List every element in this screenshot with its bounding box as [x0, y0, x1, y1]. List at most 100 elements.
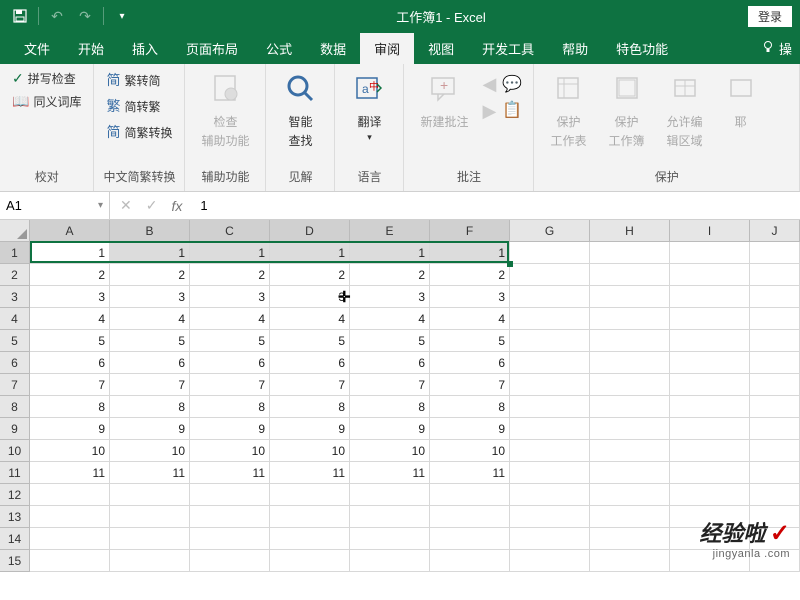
cell[interactable]: [670, 242, 750, 264]
cell[interactable]: [270, 506, 350, 528]
cell[interactable]: 9: [190, 418, 270, 440]
cell[interactable]: 6: [430, 352, 510, 374]
cell[interactable]: 1: [270, 242, 350, 264]
cell[interactable]: [510, 242, 590, 264]
cell[interactable]: 1: [430, 242, 510, 264]
cell[interactable]: [30, 550, 110, 572]
cell[interactable]: 7: [30, 374, 110, 396]
cell[interactable]: 5: [350, 330, 430, 352]
cell[interactable]: 6: [110, 352, 190, 374]
row-header[interactable]: 15: [0, 550, 30, 572]
enter-icon[interactable]: ✓: [146, 197, 158, 214]
cell[interactable]: [510, 308, 590, 330]
cell[interactable]: 4: [110, 308, 190, 330]
cell[interactable]: [510, 286, 590, 308]
cell[interactable]: 8: [110, 396, 190, 418]
cell[interactable]: 8: [270, 396, 350, 418]
cell[interactable]: [590, 396, 670, 418]
smart-lookup-button[interactable]: 智能 查找: [274, 68, 326, 153]
chevron-down-icon[interactable]: ▾: [98, 200, 103, 211]
cell[interactable]: [590, 374, 670, 396]
cell[interactable]: 6: [270, 352, 350, 374]
cell[interactable]: [670, 484, 750, 506]
simp-to-trad-button[interactable]: 繁简转繁: [102, 94, 176, 118]
row-header[interactable]: 14: [0, 528, 30, 550]
cell[interactable]: 4: [350, 308, 430, 330]
cell[interactable]: 7: [190, 374, 270, 396]
formula-input[interactable]: 1: [192, 198, 800, 213]
cell[interactable]: [190, 484, 270, 506]
cell[interactable]: [750, 440, 800, 462]
cell[interactable]: [510, 396, 590, 418]
qat-customize-icon[interactable]: ▾: [110, 4, 134, 28]
cell[interactable]: [590, 264, 670, 286]
tab-review[interactable]: 审阅: [360, 33, 414, 64]
select-all-corner[interactable]: [0, 220, 30, 242]
translate-button[interactable]: a中 翻译 ▾: [343, 68, 395, 147]
row-header[interactable]: 12: [0, 484, 30, 506]
cell[interactable]: [670, 396, 750, 418]
col-header[interactable]: A: [30, 220, 110, 242]
cell[interactable]: 10: [110, 440, 190, 462]
cell[interactable]: 2: [30, 264, 110, 286]
row-header[interactable]: 7: [0, 374, 30, 396]
cell[interactable]: 2: [270, 264, 350, 286]
cell[interactable]: 11: [110, 462, 190, 484]
cell[interactable]: 1: [30, 242, 110, 264]
cell[interactable]: [110, 550, 190, 572]
cell[interactable]: [510, 352, 590, 374]
tab-dev[interactable]: 开发工具: [468, 33, 548, 64]
cell[interactable]: [670, 264, 750, 286]
tab-view[interactable]: 视图: [414, 33, 468, 64]
cell[interactable]: [590, 506, 670, 528]
cell[interactable]: [670, 440, 750, 462]
cell[interactable]: [510, 528, 590, 550]
col-header[interactable]: C: [190, 220, 270, 242]
cell[interactable]: [670, 352, 750, 374]
cell[interactable]: 11: [190, 462, 270, 484]
cell[interactable]: 3: [270, 286, 350, 308]
col-header[interactable]: G: [510, 220, 590, 242]
row-header[interactable]: 5: [0, 330, 30, 352]
row-header[interactable]: 8: [0, 396, 30, 418]
cell[interactable]: [750, 462, 800, 484]
row-header[interactable]: 11: [0, 462, 30, 484]
cell[interactable]: [670, 418, 750, 440]
col-header[interactable]: D: [270, 220, 350, 242]
cell[interactable]: 3: [110, 286, 190, 308]
tab-data[interactable]: 数据: [306, 33, 360, 64]
cell[interactable]: 6: [30, 352, 110, 374]
cell[interactable]: [590, 484, 670, 506]
cell[interactable]: [670, 286, 750, 308]
cell[interactable]: 1: [110, 242, 190, 264]
cell[interactable]: [190, 506, 270, 528]
cell[interactable]: [510, 462, 590, 484]
cell[interactable]: [110, 506, 190, 528]
cell[interactable]: 3: [30, 286, 110, 308]
cell[interactable]: [350, 550, 430, 572]
cell[interactable]: [110, 484, 190, 506]
cell[interactable]: [270, 550, 350, 572]
cell[interactable]: 9: [30, 418, 110, 440]
cell[interactable]: [670, 330, 750, 352]
cell[interactable]: 7: [110, 374, 190, 396]
row-header[interactable]: 10: [0, 440, 30, 462]
cell[interactable]: 2: [190, 264, 270, 286]
cell[interactable]: [510, 264, 590, 286]
cell[interactable]: 4: [30, 308, 110, 330]
cell[interactable]: [590, 528, 670, 550]
cell[interactable]: 1: [190, 242, 270, 264]
tab-home[interactable]: 开始: [64, 33, 118, 64]
trad-to-simp-button[interactable]: 简繁转简: [102, 68, 176, 92]
cell[interactable]: [750, 286, 800, 308]
col-header[interactable]: E: [350, 220, 430, 242]
cell[interactable]: [750, 418, 800, 440]
cell[interactable]: 5: [30, 330, 110, 352]
cell[interactable]: [430, 528, 510, 550]
cell[interactable]: 3: [190, 286, 270, 308]
tell-me[interactable]: 操: [753, 33, 800, 64]
cell[interactable]: 11: [350, 462, 430, 484]
cell[interactable]: [510, 484, 590, 506]
cell[interactable]: [430, 506, 510, 528]
cell[interactable]: [270, 484, 350, 506]
